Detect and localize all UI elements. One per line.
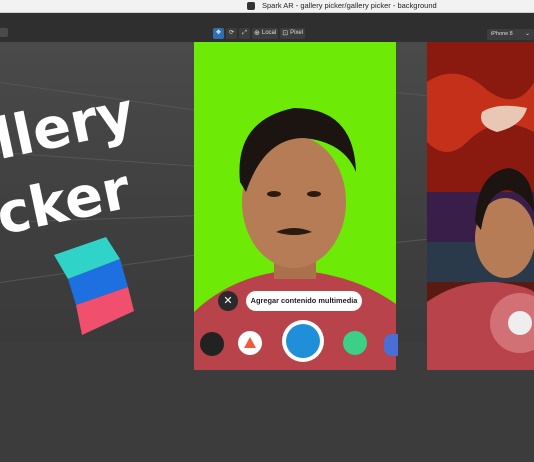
device-select[interactable]: iPhone 8 ⌄: [487, 29, 534, 40]
scale-icon: ⤢: [242, 30, 247, 36]
spark-ar-logo: [54, 237, 134, 335]
panel-toggle-button[interactable]: [0, 28, 8, 37]
close-button[interactable]: ✕: [218, 291, 238, 311]
effect-thumbnail-left[interactable]: [200, 332, 224, 356]
move-tool-button[interactable]: ✥: [213, 28, 224, 39]
record-icon: [508, 311, 532, 335]
pivot-icon: ⊡: [282, 30, 289, 37]
device-label: iPhone 8: [491, 31, 513, 37]
effect-thumbnail-right[interactable]: [343, 331, 367, 355]
local-label: Local: [261, 30, 277, 36]
gallery-icon: [244, 337, 256, 348]
globe-icon: ⊕: [254, 30, 260, 37]
spark-ar-app-icon: [247, 2, 255, 10]
pixel-label: Pixel: [290, 30, 304, 36]
chevron-down-icon: ⌄: [524, 31, 530, 37]
rotate-tool-button[interactable]: ⟳: [226, 28, 237, 39]
effect-thumbnail-edge[interactable]: [384, 334, 398, 356]
capture-button[interactable]: [282, 320, 324, 362]
local-space-button[interactable]: ⊕ Local: [252, 28, 279, 39]
window-title: Spark AR - gallery picker/gallery picker…: [262, 1, 437, 10]
close-icon: ✕: [223, 295, 233, 307]
overlay-text-line2: cker: [0, 156, 136, 249]
rotate-icon: ⟳: [228, 30, 235, 36]
gallery-effect-button[interactable]: [238, 331, 262, 355]
pivot-button[interactable]: ⊡ Pixel: [280, 28, 306, 39]
transform-tools: ✥ ⟳ ⤢ ⊕ Local ⊡ Pixel: [213, 28, 307, 39]
scale-tool-button[interactable]: ⤢: [239, 28, 250, 39]
window-titlebar: Spark AR - gallery picker/gallery picker…: [0, 0, 534, 13]
add-media-tooltip[interactable]: Agregar contenido multimedia: [246, 291, 362, 311]
spark-capture-icon: [286, 324, 320, 358]
move-icon: ✥: [215, 30, 222, 36]
